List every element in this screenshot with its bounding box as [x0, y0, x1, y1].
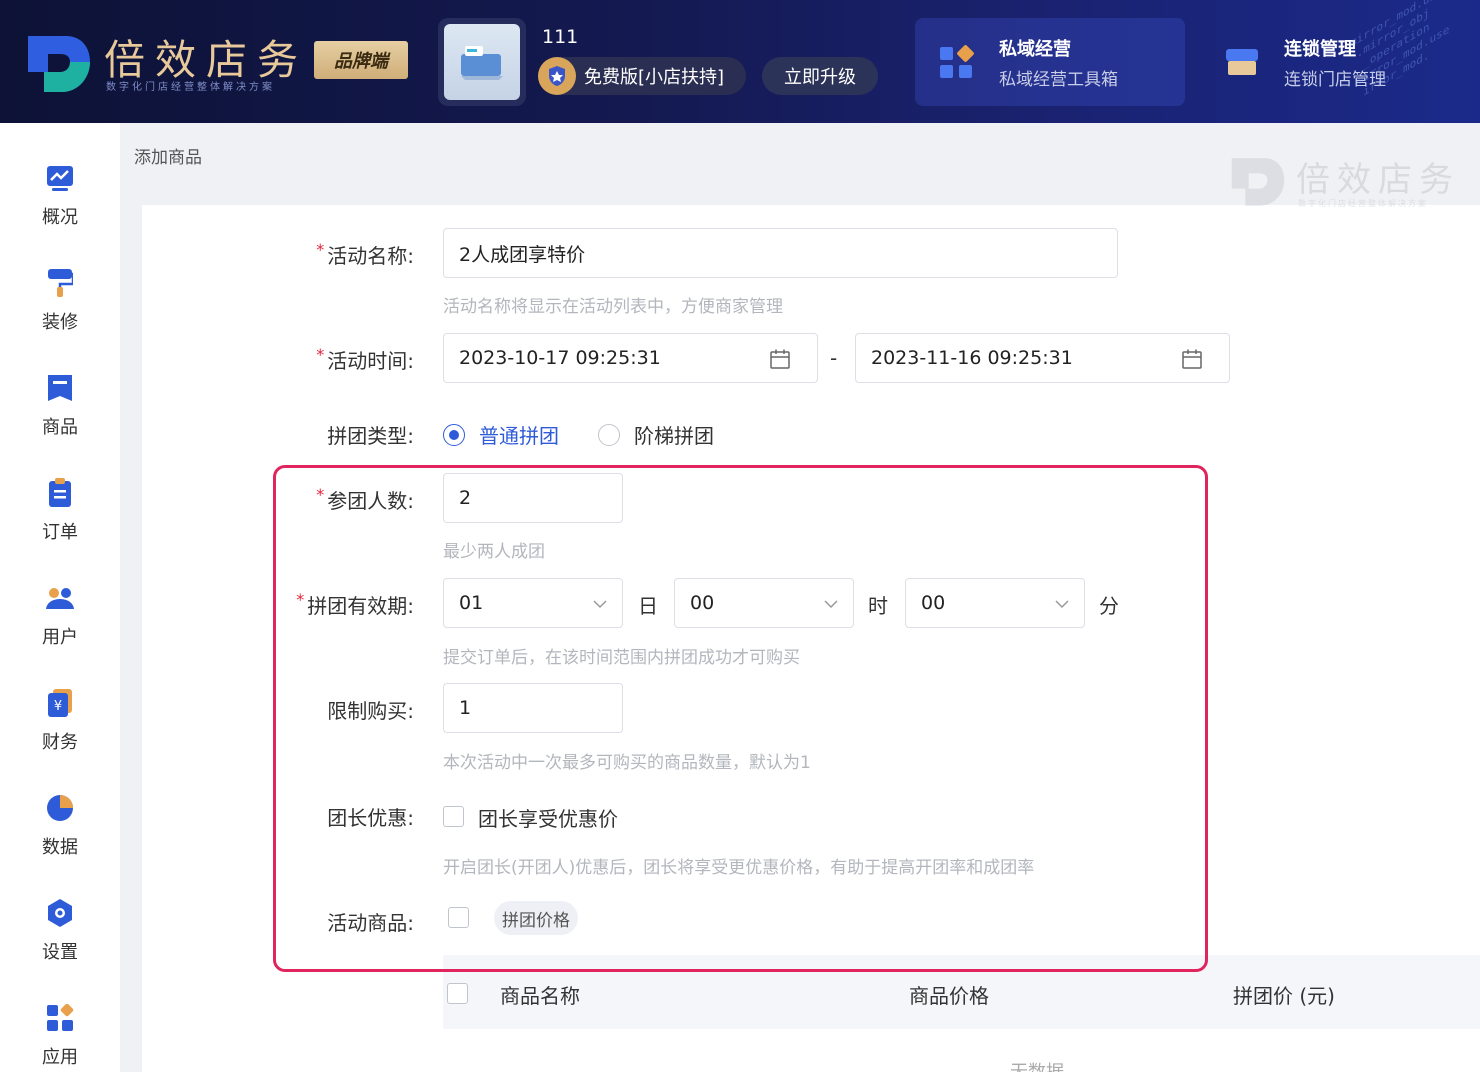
sidebar-item-orders[interactable]: 订单 — [0, 478, 120, 568]
sidebar-item-label: 订单 — [42, 522, 78, 543]
group-size-input[interactable]: 2 — [443, 473, 623, 523]
chevron-down-icon — [593, 600, 607, 609]
group-size-label: * 参团人数: — [316, 485, 414, 513]
activity-name-input[interactable]: 2人成团享特价 — [443, 228, 1118, 278]
finance-icon: ¥ — [45, 688, 75, 718]
radio-tiered-group[interactable]: 阶梯拼团 — [598, 420, 714, 449]
end-time-picker[interactable]: 2023-11-16 09:25:31 — [855, 333, 1230, 383]
watermark-text: 倍效店务 — [1296, 160, 1460, 200]
start-time-value: 2023-10-17 09:25:31 — [459, 347, 661, 369]
calendar-icon — [770, 349, 790, 369]
leader-discount-label: 团长优惠: — [327, 806, 414, 830]
validity-minute-select[interactable]: 00 — [905, 578, 1085, 628]
sidebar-item-users[interactable]: 用户 — [0, 583, 120, 673]
sidebar-item-apps[interactable]: 应用 — [0, 1003, 120, 1072]
sidebar-item-label: 概况 — [42, 207, 78, 228]
upgrade-button[interactable]: 立即升级 — [762, 57, 878, 95]
sidebar-item-label: 用户 — [42, 627, 78, 648]
purchase-limit-input[interactable]: 1 — [443, 683, 623, 733]
watermark-logo: 倍效店务 数字化门店经营整体解决方案 — [1230, 152, 1470, 214]
apps-icon — [937, 42, 977, 82]
minute-unit: 分 — [1099, 594, 1119, 618]
logo-icon — [1231, 158, 1285, 206]
validity-day-select[interactable]: 01 — [443, 578, 623, 628]
top-header: 倍效店务 数字化门店经营整体解决方案 品牌端 111 免费版[小店扶持] 立即升… — [0, 0, 1480, 123]
radio-unchecked-icon — [598, 423, 620, 446]
sidebar-item-label: 财务 — [42, 732, 78, 753]
sidebar-item-label: 商品 — [42, 417, 78, 438]
chart-icon — [45, 163, 75, 193]
purchase-limit-label: 限制购买: — [327, 699, 414, 723]
time-range-separator: - — [830, 346, 838, 370]
hour-unit: 时 — [868, 594, 888, 618]
sidebar-item-label: 装修 — [42, 312, 78, 333]
plan-label: 免费版[小店扶持] — [584, 67, 725, 88]
sidebar: 概况 装修 商品 订单 用户 ¥ 财务 数据 设置 应用 — [0, 123, 120, 1072]
chevron-down-icon — [824, 600, 838, 609]
validity-minute-value: 00 — [921, 592, 946, 614]
store-avatar[interactable] — [438, 18, 526, 106]
day-unit: 日 — [638, 594, 658, 618]
batch-select-checkbox[interactable] — [448, 907, 469, 928]
validity-hour-value: 00 — [690, 592, 715, 614]
group-price-tag[interactable]: 拼团价格 — [494, 901, 578, 935]
sidebar-item-finance[interactable]: ¥ 财务 — [0, 688, 120, 778]
activity-name-label: * 活动名称: — [316, 240, 414, 268]
column-header-price: 商品价格 — [909, 984, 989, 1008]
empty-state-text: 无数据 — [1010, 1058, 1064, 1072]
column-header-group-price: 拼团价 (元) — [1233, 984, 1335, 1008]
purchase-limit-hint: 本次活动中一次最多可购买的商品数量，默认为1 — [443, 753, 811, 773]
sidebar-item-label: 应用 — [42, 1047, 78, 1068]
order-icon — [45, 478, 75, 508]
tool-subtitle: 私域经营工具箱 — [999, 69, 1118, 90]
select-all-checkbox[interactable] — [447, 983, 468, 1004]
sidebar-item-data[interactable]: 数据 — [0, 793, 120, 883]
store-name: 111 — [542, 26, 579, 48]
validity-label: * 拼团有效期: — [296, 590, 414, 618]
logo-text: 倍效店务 — [104, 36, 308, 84]
users-icon — [45, 583, 75, 613]
leader-discount-checkbox[interactable] — [443, 806, 464, 827]
chevron-down-icon — [1055, 600, 1069, 609]
leader-discount-hint: 开启团长(开团人)优惠后，团长将享受更优惠价格，有助于提高开团率和成团率 — [443, 858, 1035, 878]
group-size-hint: 最少两人成团 — [443, 542, 545, 562]
validity-hint: 提交订单后，在该时间范围内拼团成功才可购买 — [443, 648, 800, 668]
activity-time-label: * 活动时间: — [316, 345, 414, 373]
sidebar-item-settings[interactable]: 设置 — [0, 898, 120, 988]
settings-icon — [45, 898, 75, 928]
radio-checked-icon — [443, 423, 465, 446]
activity-goods-label: 活动商品: — [327, 911, 414, 935]
start-time-picker[interactable]: 2023-10-17 09:25:31 — [443, 333, 818, 383]
paint-roller-icon — [45, 268, 75, 298]
sidebar-item-decoration[interactable]: 装修 — [0, 268, 120, 358]
watermark-subtitle: 数字化门店经营整体解决方案 — [1298, 199, 1428, 208]
activity-name-hint: 活动名称将显示在活动列表中，方便商家管理 — [443, 297, 783, 317]
tool-title: 私域经营 — [999, 38, 1071, 60]
store-icon — [1222, 42, 1262, 82]
radio-normal-group[interactable]: 普通拼团 — [443, 420, 559, 449]
column-header-name: 商品名称 — [500, 984, 580, 1008]
sidebar-item-label: 数据 — [42, 837, 78, 858]
store-image-icon — [461, 46, 503, 80]
svg-text:¥: ¥ — [54, 699, 62, 714]
product-icon — [45, 373, 75, 403]
sidebar-item-overview[interactable]: 概况 — [0, 163, 120, 253]
shield-icon — [538, 57, 576, 95]
logo-subtitle: 数字化门店经营整体解决方案 — [106, 82, 275, 93]
pie-icon — [45, 793, 75, 823]
brand-badge[interactable]: 品牌端 — [314, 41, 408, 79]
group-type-label: 拼团类型: — [327, 424, 414, 448]
apps-icon — [45, 1003, 75, 1033]
breadcrumb: 添加商品 — [134, 148, 202, 168]
sidebar-item-label: 设置 — [42, 942, 78, 963]
private-domain-card[interactable]: 私域经营 私域经营工具箱 — [915, 18, 1185, 106]
leader-discount-option-label[interactable]: 团长享受优惠价 — [478, 803, 618, 832]
sidebar-item-products[interactable]: 商品 — [0, 373, 120, 463]
plan-badge[interactable]: 免费版[小店扶持] — [538, 57, 746, 95]
calendar-icon — [1182, 349, 1202, 369]
validity-hour-select[interactable]: 00 — [674, 578, 854, 628]
validity-day-value: 01 — [459, 592, 484, 614]
end-time-value: 2023-11-16 09:25:31 — [871, 347, 1073, 369]
logo-icon — [28, 36, 90, 92]
